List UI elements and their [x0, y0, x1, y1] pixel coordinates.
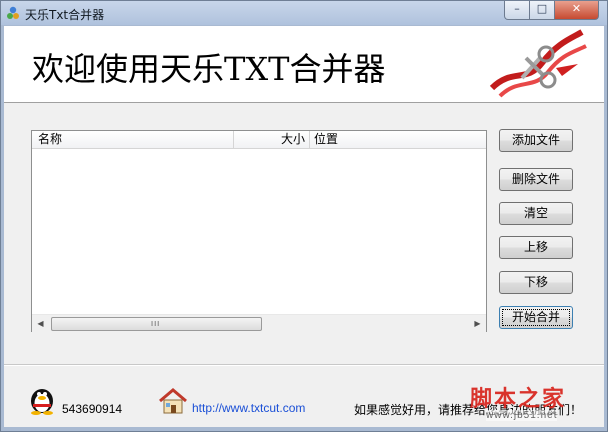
- banner-title: 欢迎使用天乐TXT合并器: [32, 50, 386, 88]
- scroll-right-arrow-icon[interactable]: ▶: [469, 315, 486, 332]
- qq-penguin-icon: [31, 389, 53, 415]
- start-merge-button[interactable]: 开始合并: [499, 306, 573, 329]
- banner: 欢迎使用天乐TXT合并器: [4, 26, 604, 103]
- file-list[interactable]: 名称 大小 位置 ◀ III ▶: [31, 130, 487, 332]
- horizontal-scrollbar[interactable]: ◀ III ▶: [32, 314, 486, 332]
- website-link[interactable]: http://www.txtcut.com: [192, 401, 305, 415]
- scroll-grip-icon: III: [151, 320, 161, 328]
- qq-number: 543690914: [62, 402, 123, 416]
- close-button[interactable]: ✕: [554, 1, 599, 20]
- watermark-title: 脚本之家: [470, 386, 567, 412]
- watermark: 脚本之家 www.jb51.net: [466, 381, 604, 425]
- move-up-button[interactable]: 上移: [499, 236, 573, 259]
- watermark-url: www.jb51.net: [486, 410, 558, 421]
- delete-file-button[interactable]: 删除文件: [499, 168, 573, 191]
- footer-divider: [4, 364, 604, 366]
- scroll-thumb[interactable]: III: [51, 317, 262, 331]
- client-area: 欢迎使用天乐TXT合并器 名称 大小 位置 ◀ III ▶ 添加文件 删除文件 …: [4, 26, 604, 427]
- file-list-header: 名称 大小 位置: [32, 131, 486, 149]
- app-icon: [7, 6, 19, 19]
- window-title: 天乐Txt合并器: [25, 8, 105, 22]
- app-window: 天乐Txt合并器 – □ ✕ 欢迎使用天乐TXT合并器 名称 大小 位置 ◀ I…: [0, 0, 608, 432]
- maximize-button[interactable]: □: [529, 1, 555, 20]
- minimize-button[interactable]: –: [504, 1, 530, 20]
- home-icon: [159, 388, 187, 414]
- scissors-ribbon-icon: [489, 29, 587, 98]
- column-header-location[interactable]: 位置: [310, 131, 486, 148]
- add-file-button[interactable]: 添加文件: [499, 129, 573, 152]
- clear-button[interactable]: 清空: [499, 202, 573, 225]
- move-down-button[interactable]: 下移: [499, 271, 573, 294]
- column-header-size[interactable]: 大小: [234, 131, 310, 148]
- title-bar[interactable]: 天乐Txt合并器 – □ ✕: [1, 1, 607, 25]
- scroll-left-arrow-icon[interactable]: ◀: [32, 315, 49, 332]
- column-header-name[interactable]: 名称: [32, 131, 234, 148]
